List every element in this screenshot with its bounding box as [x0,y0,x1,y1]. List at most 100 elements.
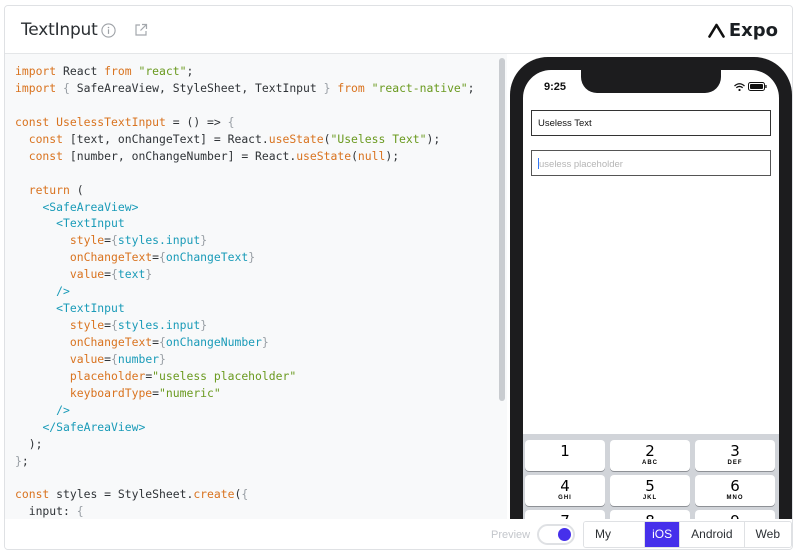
key-digit: 5 [645,477,655,495]
code-token: value [69,351,105,366]
code-token: ( [351,148,358,163]
number-input[interactable]: useless placeholder [531,150,771,176]
code-token: ; [467,80,475,95]
code-token: ( [69,182,84,197]
code-line[interactable]: <SafeAreaView> [15,199,475,216]
platform-web-button[interactable]: Web [744,522,791,547]
device-preview: 9:25 Useless Text useless placeholder 1 … [507,54,792,519]
key-digit: 1 [560,442,570,460]
code-token: = () => [165,114,228,129]
code-token: "Useless Text" [330,131,427,146]
code-token: input: [15,504,77,519]
toggle-knob [558,528,571,541]
key-9[interactable]: 9WXYZ [695,510,775,519]
code-token: = [104,267,112,282]
key-5[interactable]: 5 JKL [610,475,690,506]
code-token: ); [426,131,441,146]
code-token: placeholder [69,368,146,383]
code-line[interactable]: const UselessTextInput = () => { [15,114,475,131]
key-2[interactable]: 2 ABC [610,440,690,471]
code-token: = [104,318,112,333]
code-line[interactable]: /> [15,402,475,419]
code-line[interactable]: /> [15,283,475,300]
code-line[interactable]: }; [15,453,475,470]
key-6[interactable]: 6 MNO [695,475,775,506]
code-line[interactable]: value={number} [15,351,475,368]
code-token: { [159,335,166,349]
code-token: { [76,504,84,519]
code-line[interactable] [15,165,475,182]
external-link-icon[interactable] [133,22,149,38]
code-token: styles.input [117,233,201,248]
editor-scrollbar[interactable] [499,58,505,401]
code-line[interactable]: style={styles.input} [15,317,475,334]
code-line[interactable]: <TextInput [15,215,475,232]
code-line[interactable]: </SafeAreaView> [15,419,475,436]
code-line[interactable]: style={styles.input} [15,232,475,249]
code-token: onChangeNumber [165,335,262,349]
expo-brand[interactable]: Expo [708,20,778,41]
code-token: } [145,267,153,282]
code-token: keyboardType [69,385,153,400]
code-token: "react-native" [371,80,468,95]
code-line[interactable]: value={text} [15,266,475,283]
code-token: create [193,487,235,502]
code-line[interactable]: const [number, onChangeNumber] = React.u… [15,148,475,165]
code-token: onChangeText [165,250,249,265]
numeric-keyboard: 1 2ABC3DEF 4GHI5JKL6MNO 7PQRS 8TUV 9WXYZ [523,434,779,519]
code-line[interactable]: keyboardType="numeric" [15,385,475,402]
preview-toggle[interactable] [537,524,575,545]
code-line[interactable]: placeholder="useless placeholder" [15,368,475,385]
code-line[interactable]: input: { [15,503,475,520]
platform-my-device-button[interactable]: My Device [584,522,646,547]
code-token: { [241,487,249,502]
code-token: = [104,233,112,248]
phone-screen: 9:25 Useless Text useless placeholder 1 … [523,70,779,519]
code-token: text [117,267,146,282]
code-token: <SafeAreaView> [42,199,139,214]
info-icon[interactable] [101,23,116,38]
code-line[interactable]: onChangeText={onChangeNumber} [15,334,475,351]
code-token: /> [56,402,70,417]
code-line[interactable]: const [text, onChangeText] = React.useSt… [15,131,475,148]
platform-android-button[interactable]: Android [680,522,745,547]
platform-ios-button[interactable]: iOS [645,522,681,547]
code-line[interactable]: import React from "react"; [15,63,475,80]
key-7[interactable]: 7PQRS [525,510,605,519]
key-4[interactable]: 4 GHI [525,475,605,506]
code-token: { [227,114,235,129]
key-digit: 9 [695,510,775,519]
key-letters: MNO [726,495,744,501]
code-line[interactable]: ); [15,436,475,453]
code-line[interactable]: onChangeText={onChangeText} [15,249,475,266]
code-token: return [28,182,70,197]
code-line[interactable]: return ( [15,182,475,199]
code-token: onChangeText [69,250,153,265]
code-line[interactable]: import { SafeAreaView, StyleSheet, TextI… [15,80,475,97]
key-letters: ABC [642,460,658,466]
useless-text-input[interactable]: Useless Text [531,110,771,136]
code-line[interactable]: const styles = StyleSheet.create({ [15,486,475,503]
code-token: { [159,250,166,265]
key-8[interactable]: 8TUV [610,510,690,519]
wifi-icon [734,82,745,91]
code-content[interactable]: import React from "react"; import { SafeA… [15,63,475,520]
code-editor[interactable]: import React from "react"; import { SafeA… [5,54,507,549]
code-line[interactable] [15,97,475,114]
code-line[interactable] [15,470,475,487]
code-line[interactable]: <TextInput [15,300,475,317]
code-token: </SafeAreaView> [42,419,146,434]
key-1[interactable]: 1 [525,440,605,471]
key-3[interactable]: 3 DEF [695,440,775,471]
code-token: [number, onChangeNumber] = React. [63,148,297,163]
